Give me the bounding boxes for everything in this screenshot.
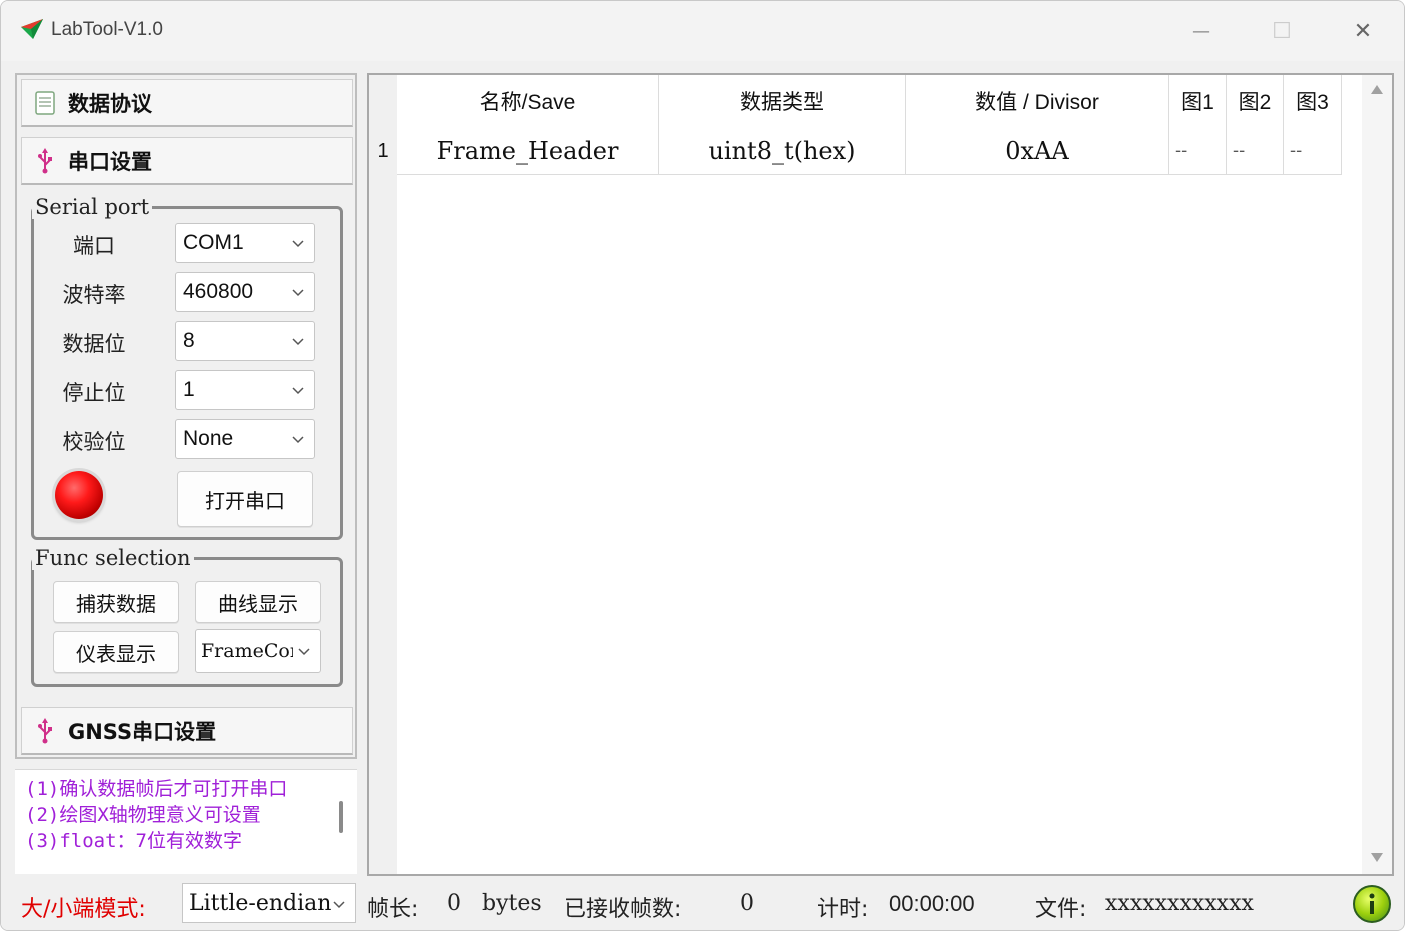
- close-button[interactable]: ✕: [1323, 1, 1403, 61]
- endian-mode-value: Little-endian: [189, 890, 332, 916]
- parity-select-value: None: [183, 427, 234, 450]
- serial-settings-header[interactable]: 串口设置: [21, 137, 353, 185]
- row-header-column: [369, 75, 397, 874]
- document-icon: [34, 90, 56, 116]
- info-icon[interactable]: [1353, 885, 1391, 923]
- chevron-down-icon: [298, 648, 310, 656]
- column-header-value[interactable]: 数值 / Divisor: [906, 75, 1169, 127]
- column-header-fig1[interactable]: 图1: [1169, 75, 1227, 127]
- maximize-button[interactable]: ☐: [1242, 1, 1322, 61]
- cell-name[interactable]: Frame_Header: [397, 127, 659, 175]
- chevron-down-icon: [292, 387, 304, 395]
- table-vertical-scrollbar[interactable]: [1362, 75, 1392, 874]
- endian-mode-select[interactable]: Little-endian: [182, 883, 356, 923]
- data-bits-label: 数据位: [62, 332, 126, 356]
- parity-label: 校验位: [62, 430, 126, 454]
- file-value: xxxxxxxxxxxx: [1105, 891, 1254, 916]
- cell-type[interactable]: uint8_t(hex): [659, 127, 906, 175]
- frame-length-unit: bytes: [482, 891, 542, 916]
- app-logo-icon: [21, 19, 43, 39]
- serial-settings-header-label: 串口设置: [68, 149, 152, 174]
- stop-bits-select[interactable]: 1: [175, 370, 315, 410]
- column-header-name[interactable]: 名称/Save: [397, 75, 659, 127]
- chevron-down-icon: [292, 436, 304, 444]
- stop-bits-label: 停止位: [62, 381, 126, 405]
- endian-mode-label: 大/小端模式:: [21, 897, 146, 922]
- baud-rate-select[interactable]: 460800: [175, 272, 315, 312]
- hint-line-1: (1)确认数据帧后才可打开串口: [25, 778, 288, 800]
- title-bar: LabTool-V1.0 — ☐ ✕: [1, 1, 1404, 61]
- column-header-fig3[interactable]: 图3: [1284, 75, 1342, 127]
- port-select[interactable]: COM1: [175, 223, 315, 263]
- column-header-fig2[interactable]: 图2: [1227, 75, 1284, 127]
- cell-fig3[interactable]: --: [1284, 127, 1342, 175]
- frame-length-label: 帧长:: [367, 897, 419, 922]
- data-table: 名称/Save 数据类型 数值 / Divisor 图1 图2 图3 1 Fra…: [367, 73, 1394, 876]
- usb-icon: [34, 717, 56, 744]
- minimize-button[interactable]: —: [1161, 1, 1241, 61]
- gnss-serial-header[interactable]: GNSS串口设置: [21, 707, 353, 755]
- baud-rate-label: 波特率: [62, 283, 126, 307]
- cell-fig1[interactable]: --: [1169, 127, 1227, 175]
- file-label: 文件:: [1035, 897, 1087, 922]
- column-header-type[interactable]: 数据类型: [659, 75, 906, 127]
- frame-config-select-value: FrameCoı: [201, 640, 293, 662]
- data-bits-select[interactable]: 8: [175, 321, 315, 361]
- cell-value[interactable]: 0xAA: [906, 127, 1169, 175]
- open-serial-button[interactable]: 打开串口: [177, 471, 313, 527]
- usb-icon: [34, 147, 56, 174]
- chevron-down-icon: [292, 240, 304, 248]
- timer-label: 计时:: [817, 897, 869, 922]
- capture-data-button[interactable]: 捕获数据: [53, 581, 179, 623]
- chevron-down-icon: [292, 289, 304, 297]
- hint-scrollbar[interactable]: [339, 801, 343, 833]
- func-selection-group-title: Func selection: [32, 546, 194, 570]
- hint-line-2: (2)绘图X轴物理意义可设置: [25, 804, 261, 826]
- parity-select[interactable]: None: [175, 419, 315, 459]
- window-title: LabTool-V1.0: [51, 19, 163, 40]
- row-number[interactable]: 1: [369, 127, 397, 175]
- stop-bits-select-value: 1: [183, 378, 195, 401]
- baud-rate-select-value: 460800: [183, 280, 254, 303]
- received-frames-value: 0: [740, 891, 754, 916]
- status-bar: 大/小端模式: Little-endian 帧长: 0 bytes 已接收帧数:…: [1, 879, 1404, 930]
- gnss-serial-header-label: GNSS串口设置: [68, 719, 217, 744]
- chevron-down-icon: [333, 901, 345, 909]
- curve-display-button[interactable]: 曲线显示: [195, 581, 321, 623]
- protocol-header-label: 数据协议: [68, 91, 152, 116]
- scroll-up-icon[interactable]: [1371, 85, 1383, 94]
- data-bits-select-value: 8: [183, 329, 195, 352]
- left-panel: 数据协议 串口设置 Serial port 端口 COM1 波特率 460800…: [15, 73, 357, 759]
- frame-config-select[interactable]: FrameCoı: [195, 629, 321, 673]
- port-label: 端口: [73, 234, 115, 258]
- hint-text: (1)确认数据帧后才可打开串口 (2)绘图X轴物理意义可设置 (3)float：…: [25, 776, 325, 854]
- scroll-down-icon[interactable]: [1371, 853, 1383, 862]
- gauge-display-button[interactable]: 仪表显示: [53, 631, 179, 673]
- hint-line-3: (3)float：7位有效数字: [25, 830, 242, 852]
- frame-length-value: 0: [447, 891, 461, 916]
- chevron-down-icon: [292, 338, 304, 346]
- received-frames-label: 已接收帧数:: [564, 897, 682, 922]
- serial-port-group-title: Serial port: [32, 195, 153, 219]
- connection-status-led: [55, 471, 103, 519]
- cell-fig2[interactable]: --: [1227, 127, 1284, 175]
- port-select-value: COM1: [183, 231, 244, 254]
- minimize-icon: —: [1192, 20, 1210, 42]
- timer-value: 00:00:00: [889, 891, 975, 916]
- main-window: LabTool-V1.0 — ☐ ✕ 数据协议 串口设置 Serial port…: [0, 0, 1405, 931]
- close-icon: ✕: [1353, 18, 1373, 44]
- protocol-header[interactable]: 数据协议: [21, 79, 353, 127]
- maximize-icon: ☐: [1272, 18, 1292, 44]
- hint-box: (1)确认数据帧后才可打开串口 (2)绘图X轴物理意义可设置 (3)float：…: [15, 769, 357, 874]
